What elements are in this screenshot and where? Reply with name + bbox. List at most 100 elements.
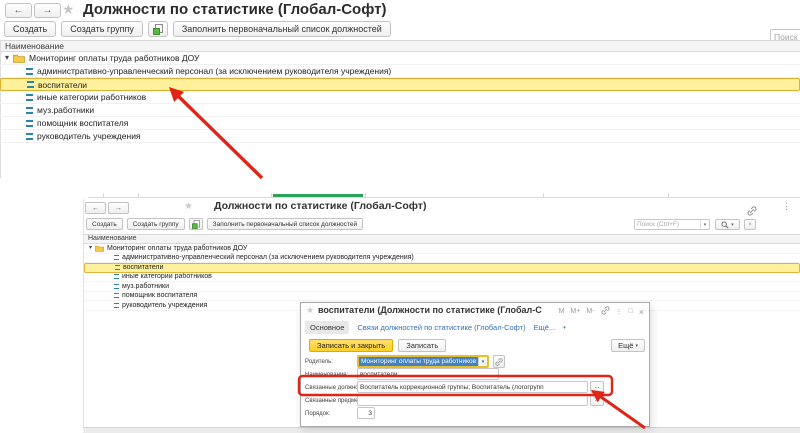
search-input[interactable] <box>635 220 700 229</box>
tree-row-label: помощник воспитателя <box>122 292 197 299</box>
order-field-label: Порядок: <box>305 411 330 417</box>
element-icon <box>115 265 120 270</box>
fill-initial-list-button[interactable]: Заполнить первоначальный список должност… <box>173 21 391 37</box>
back-button[interactable]: ← <box>5 3 32 18</box>
create-group-button[interactable]: Создать группу <box>127 218 185 230</box>
tree-row[interactable]: муз.работники <box>0 104 800 117</box>
chevron-down-icon[interactable]: ▾ <box>700 220 709 229</box>
related-subjects-field[interactable] <box>357 394 588 406</box>
tree-row-label: административно-управленческий персонал … <box>122 254 414 261</box>
ellipsis-icon: ... <box>594 384 599 390</box>
copy-element-button[interactable] <box>189 218 203 230</box>
favorite-star-icon[interactable]: ★ <box>306 305 314 316</box>
parent-field-label: Родитель: <box>305 359 333 365</box>
create-button[interactable]: Создать <box>86 218 123 230</box>
forward-button[interactable]: → <box>34 3 61 18</box>
tree-row-group[interactable]: ▾ Мониторинг оплаты труда работников ДОУ <box>0 52 800 65</box>
expander-icon[interactable]: ▾ <box>89 245 92 251</box>
back-icon: ← <box>14 5 24 16</box>
element-icon <box>114 284 119 289</box>
nav-buttons: ← → <box>85 202 129 214</box>
close-button[interactable]: × <box>639 307 644 317</box>
element-icon <box>26 120 33 127</box>
element-icon <box>114 255 119 260</box>
tab-relations[interactable]: Связи должностей по статистике (Глобал-С… <box>357 323 525 332</box>
create-group-button[interactable]: Создать группу <box>61 21 143 37</box>
tree-row[interactable]: муз.работники <box>84 282 800 292</box>
list-toolbar: Создать Создать группу Заполнить первона… <box>86 218 363 230</box>
positions-tree: ▾ Мониторинг оплаты труда работников ДОУ… <box>0 52 800 152</box>
tree-row[interactable]: иные категории работников <box>84 273 800 283</box>
expander-icon[interactable]: ▾ <box>5 54 9 62</box>
active-tab-indicator <box>273 194 363 197</box>
chain-link-icon <box>495 358 503 366</box>
tree-row[interactable]: иные категории работников <box>0 91 800 104</box>
related-positions-field[interactable] <box>357 381 588 393</box>
order-field[interactable] <box>357 407 375 419</box>
tree-row-label: руководитель учреждения <box>122 302 207 309</box>
parent-field[interactable]: Мониторинг оплаты труда работников ДОУ ▾ <box>357 355 489 368</box>
tree-row-selected[interactable]: воспитатели <box>0 78 800 91</box>
page-title: Должности по статистике (Глобал-Софт) <box>214 200 426 212</box>
tab-separator <box>365 193 366 198</box>
copy-element-button[interactable] <box>148 21 168 37</box>
tree-row-label: воспитатели <box>38 80 87 90</box>
save-and-close-button[interactable]: Записать и закрыть <box>309 339 393 352</box>
tree-row-label: иные категории работников <box>122 273 212 280</box>
open-parent-button[interactable] <box>493 355 505 368</box>
folder-icon <box>95 245 104 252</box>
related-positions-choose-button[interactable]: ... <box>590 381 604 393</box>
save-button[interactable]: Записать <box>398 339 446 352</box>
chevron-down-icon: ▾ <box>563 325 566 331</box>
clear-search-button[interactable]: × <box>744 219 756 230</box>
chevron-down-icon: ▾ <box>731 222 734 228</box>
tab-separator <box>103 193 104 198</box>
favorite-star-icon[interactable]: ★ <box>184 201 193 212</box>
memory-minus-button[interactable]: М- <box>586 308 594 315</box>
tree-row[interactable]: административно-управленческий персонал … <box>84 254 800 264</box>
copy-link-button[interactable] <box>601 306 610 317</box>
element-icon <box>26 133 33 140</box>
parent-field-value: Мониторинг оплаты труда работников ДОУ <box>359 357 478 366</box>
tab-more[interactable]: Ещё... <box>534 323 556 332</box>
tree-row-selected[interactable]: воспитатели <box>84 263 800 273</box>
element-icon <box>26 68 33 75</box>
tree-row[interactable]: руководитель учреждения <box>0 130 800 143</box>
memory-plus-button[interactable]: М+ <box>570 308 580 315</box>
maximize-button[interactable]: □ <box>629 308 633 315</box>
tree-row-group[interactable]: ▾ Мониторинг оплаты труда работников ДОУ <box>84 244 800 254</box>
create-button[interactable]: Создать <box>4 21 56 37</box>
page-title: Должности по статистике (Глобал-Софт) <box>83 1 386 18</box>
memory-button[interactable]: М <box>559 308 565 315</box>
chevron-down-icon[interactable]: ▾ <box>478 357 487 366</box>
tree-row-label: помощник воспитателя <box>37 118 128 128</box>
favorite-star-icon[interactable]: ★ <box>62 1 75 18</box>
tree-row[interactable]: помощник воспитателя <box>0 117 800 130</box>
dialog-actions: Записать и закрыть Записать <box>309 339 446 352</box>
tree-row[interactable]: административно-управленческий персонал … <box>0 65 800 78</box>
name-field[interactable] <box>357 368 499 380</box>
column-header[interactable]: Наименование <box>84 234 800 244</box>
name-field-label: Наименование: <box>305 372 348 378</box>
forward-button[interactable]: → <box>108 202 129 214</box>
back-icon: ← <box>92 205 99 212</box>
tabstrip-line <box>88 197 800 198</box>
tab-main[interactable]: Основное <box>305 321 349 334</box>
tab-separator <box>668 193 669 198</box>
forward-icon: → <box>115 205 122 212</box>
element-icon <box>114 293 119 298</box>
search-settings-button[interactable]: ▾ <box>715 219 740 230</box>
folder-icon <box>13 54 25 63</box>
more-actions-button[interactable]: Ещё ▾ <box>611 339 645 352</box>
more-menu-button[interactable]: ⋮ <box>616 308 623 316</box>
related-subjects-choose-button[interactable]: ... <box>590 394 604 406</box>
back-button[interactable]: ← <box>85 202 106 214</box>
more-actions-label: Ещё <box>618 341 633 350</box>
element-icon <box>114 274 119 279</box>
tree-row-label: муз.работники <box>37 105 94 115</box>
more-menu-button[interactable]: ⋮ <box>782 201 791 212</box>
fill-initial-list-button[interactable]: Заполнить первоначальный список должност… <box>207 218 363 230</box>
list-window-large: ← → ★ Должности по статистике (Глобал-Со… <box>0 0 800 180</box>
tree-row[interactable]: помощник воспитателя <box>84 292 800 302</box>
column-header[interactable]: Наименование <box>0 40 800 52</box>
